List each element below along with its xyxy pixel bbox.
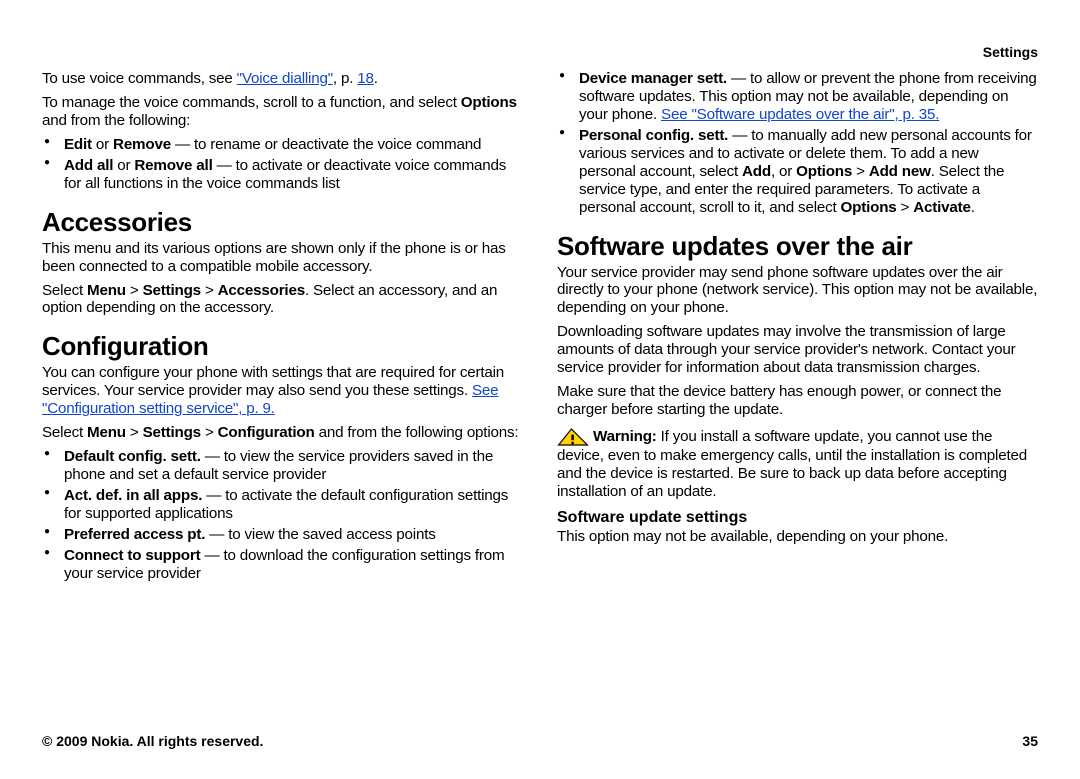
list-item: Preferred access pt. — to view the saved… <box>42 526 523 544</box>
footer-copyright: © 2009 Nokia. All rights reserved. <box>42 733 263 749</box>
warning-label: Warning: <box>593 428 657 445</box>
list-item: Act. def. in all apps. — to activate the… <box>42 487 523 523</box>
software-update-settings-p: This option may not be available, depend… <box>557 528 1038 546</box>
voice-dialling-page-link[interactable]: 18 <box>357 70 374 87</box>
list-item: Device manager sett. — to allow or preve… <box>557 70 1038 124</box>
footer: © 2009 Nokia. All rights reserved. 35 <box>42 733 1038 749</box>
accessories-heading: Accessories <box>42 207 523 238</box>
accessories-p1: This menu and its various options are sh… <box>42 240 523 276</box>
content-columns: To use voice commands, see "Voice dialli… <box>42 70 1038 718</box>
software-updates-heading: Software updates over the air <box>557 231 1038 262</box>
configuration-options-list-cont: Device manager sett. — to allow or preve… <box>557 70 1038 217</box>
list-item: Connect to support — to download the con… <box>42 547 523 583</box>
warning-paragraph: Warning: If you install a software updat… <box>557 427 1038 501</box>
list-item: Edit or Remove — to rename or deactivate… <box>42 136 523 154</box>
voice-commands-intro: To use voice commands, see "Voice dialli… <box>42 70 523 88</box>
list-item: Personal config. sett. — to manually add… <box>557 127 1038 217</box>
right-column: Device manager sett. — to allow or preve… <box>557 70 1038 718</box>
footer-page-number: 35 <box>1022 733 1038 749</box>
configuration-heading: Configuration <box>42 331 523 362</box>
accessories-p2: Select Menu > Settings > Accessories. Se… <box>42 282 523 318</box>
configuration-options-list: Default config. sett. — to view the serv… <box>42 448 523 583</box>
voice-commands-manage: To manage the voice commands, scroll to … <box>42 94 523 130</box>
warning-icon <box>557 427 589 447</box>
voice-dialling-link[interactable]: "Voice dialling" <box>237 70 333 87</box>
left-column: To use voice commands, see "Voice dialli… <box>42 70 523 718</box>
software-update-settings-heading: Software update settings <box>557 509 1038 527</box>
software-updates-p2: Downloading software updates may involve… <box>557 323 1038 377</box>
list-item: Default config. sett. — to view the serv… <box>42 448 523 484</box>
configuration-p1: You can configure your phone with settin… <box>42 364 523 418</box>
list-item: Add all or Remove all — to activate or d… <box>42 157 523 193</box>
configuration-p2: Select Menu > Settings > Configuration a… <box>42 424 523 442</box>
software-updates-p1: Your service provider may send phone sof… <box>557 264 1038 318</box>
page: Settings To use voice commands, see "Voi… <box>0 0 1080 779</box>
voice-commands-list: Edit or Remove — to rename or deactivate… <box>42 136 523 193</box>
software-updates-p3: Make sure that the device battery has en… <box>557 383 1038 419</box>
header-section-label: Settings <box>983 44 1038 60</box>
software-updates-link[interactable]: See "Software updates over the air", p. … <box>661 106 939 123</box>
